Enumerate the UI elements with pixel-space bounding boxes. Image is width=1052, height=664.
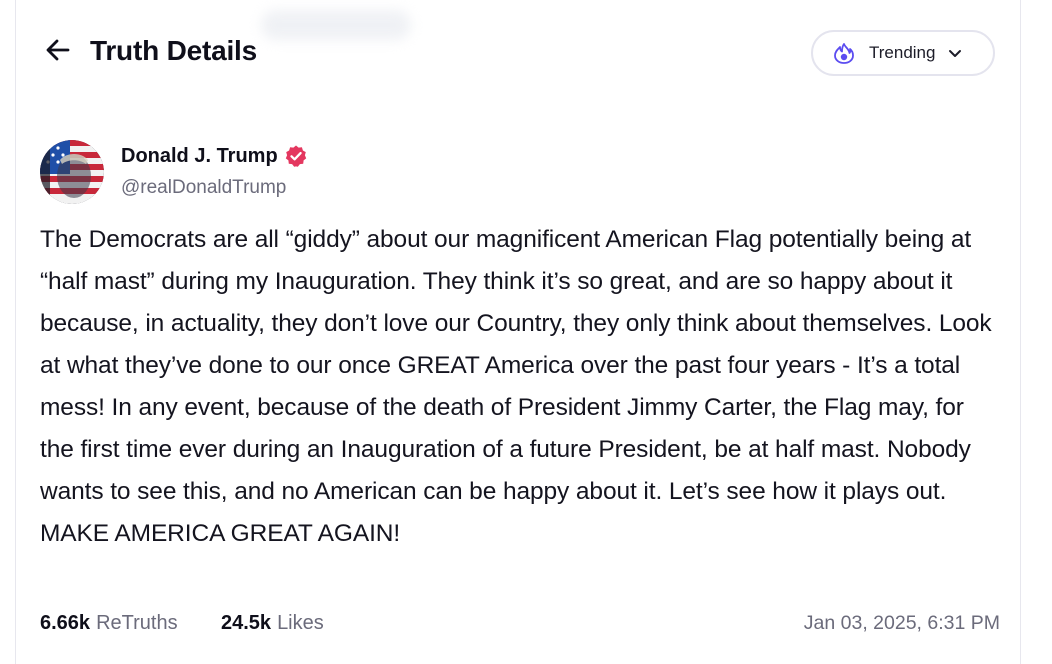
truth-details-panel: Truth Details Trending Donald J. Trump @… (15, 0, 1021, 664)
retruths-count: 6.66k (40, 612, 91, 634)
author-block: Donald J. Trump @realDonaldTrump (121, 144, 308, 199)
chevron-down-icon (947, 45, 963, 61)
feed-selector-dropdown[interactable]: Trending (811, 30, 995, 76)
author-display-name[interactable]: Donald J. Trump (121, 144, 278, 168)
feed-selector-label: Trending (869, 43, 936, 62)
avatar[interactable] (40, 140, 104, 204)
back-button[interactable] (42, 36, 74, 68)
flame-icon (833, 42, 855, 64)
post-footer: 6.66k ReTruths 24.5k Likes Jan 03, 2025, 6… (40, 608, 1000, 638)
retruths-label: ReTruths (96, 612, 178, 634)
page-header: Truth Details Trending (16, 0, 1020, 104)
post-body-text: The Democrats are all “giddy” about our … (40, 226, 992, 547)
arrow-left-icon (44, 36, 72, 69)
likes-count: 24.5k (221, 612, 272, 634)
likes-label: Likes (277, 612, 324, 634)
post-timestamp[interactable]: Jan 03, 2025, 6:31 PM (804, 608, 1000, 638)
retruths-stat[interactable]: 6.66k ReTruths (40, 608, 178, 638)
page-title: Truth Details (90, 35, 257, 66)
verified-badge-icon (284, 144, 308, 168)
author-handle[interactable]: @realDonaldTrump (121, 177, 308, 199)
likes-stat[interactable]: 24.5k Likes (221, 608, 324, 638)
